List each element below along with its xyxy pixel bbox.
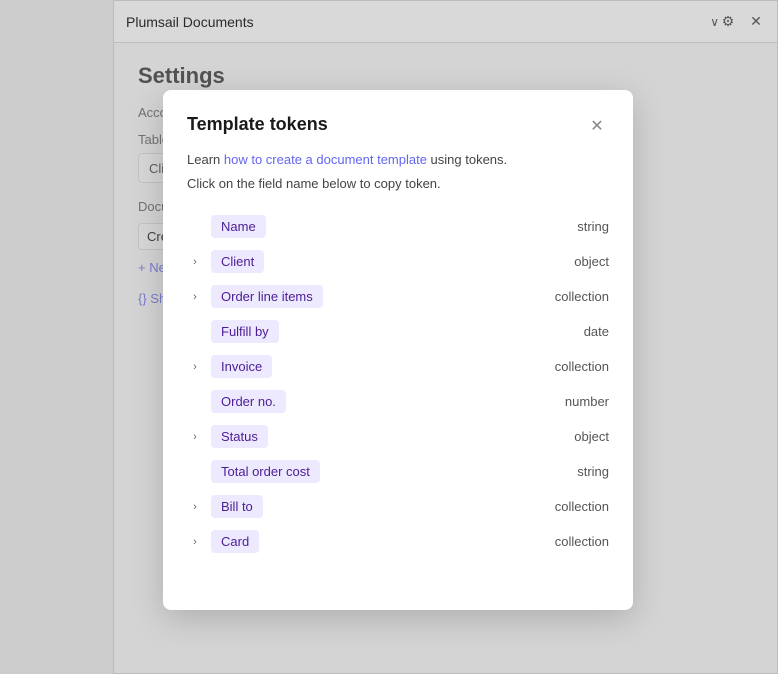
modal-header: Template tokens ✕ xyxy=(187,114,609,138)
token-badge[interactable]: Bill to xyxy=(211,495,263,518)
token-type-label: number xyxy=(565,394,609,409)
token-type-label: date xyxy=(584,324,609,339)
token-type-label: object xyxy=(574,254,609,269)
token-type-label: collection xyxy=(555,499,609,514)
modal-close-button[interactable]: ✕ xyxy=(585,114,609,138)
expand-token-button[interactable]: › xyxy=(187,534,203,550)
token-row: › Status object xyxy=(187,419,609,454)
expand-token-button[interactable]: › xyxy=(187,254,203,270)
modal-title: Template tokens xyxy=(187,114,328,135)
token-badge[interactable]: Order no. xyxy=(211,390,286,413)
token-row: Order no. number xyxy=(187,384,609,419)
token-row: › Invoice collection xyxy=(187,349,609,384)
token-type-label: string xyxy=(577,219,609,234)
expand-token-button[interactable]: › xyxy=(187,289,203,305)
token-type-label: collection xyxy=(555,289,609,304)
token-list: Name string › Client object › Order line items… xyxy=(187,209,609,559)
token-row: Name string xyxy=(187,209,609,244)
template-tokens-modal: Template tokens ✕ Learn how to create a … xyxy=(163,90,633,610)
token-row: › Order line items collection xyxy=(187,279,609,314)
token-type-label: object xyxy=(574,429,609,444)
token-type-label: collection xyxy=(555,534,609,549)
token-badge[interactable]: Invoice xyxy=(211,355,272,378)
modal-hint: Click on the field name below to copy to… xyxy=(187,174,609,194)
token-badge[interactable]: Fulfill by xyxy=(211,320,279,343)
token-row: Total order cost string xyxy=(187,454,609,489)
modal-description: Learn how to create a document template … xyxy=(187,150,609,170)
token-badge[interactable]: Total order cost xyxy=(211,460,320,483)
expand-token-button[interactable]: › xyxy=(187,429,203,445)
token-badge[interactable]: Order line items xyxy=(211,285,323,308)
token-row: › Bill to collection xyxy=(187,489,609,524)
token-badge[interactable]: Client xyxy=(211,250,264,273)
token-row: › Client object xyxy=(187,244,609,279)
token-row: › Card collection xyxy=(187,524,609,559)
token-row: Fulfill by date xyxy=(187,314,609,349)
expand-token-button[interactable]: › xyxy=(187,359,203,375)
token-badge[interactable]: Card xyxy=(211,530,259,553)
token-badge[interactable]: Name xyxy=(211,215,266,238)
token-badge[interactable]: Status xyxy=(211,425,268,448)
template-link[interactable]: how to create a document template xyxy=(224,152,427,167)
token-type-label: collection xyxy=(555,359,609,374)
token-type-label: string xyxy=(577,464,609,479)
expand-token-button[interactable]: › xyxy=(187,499,203,515)
